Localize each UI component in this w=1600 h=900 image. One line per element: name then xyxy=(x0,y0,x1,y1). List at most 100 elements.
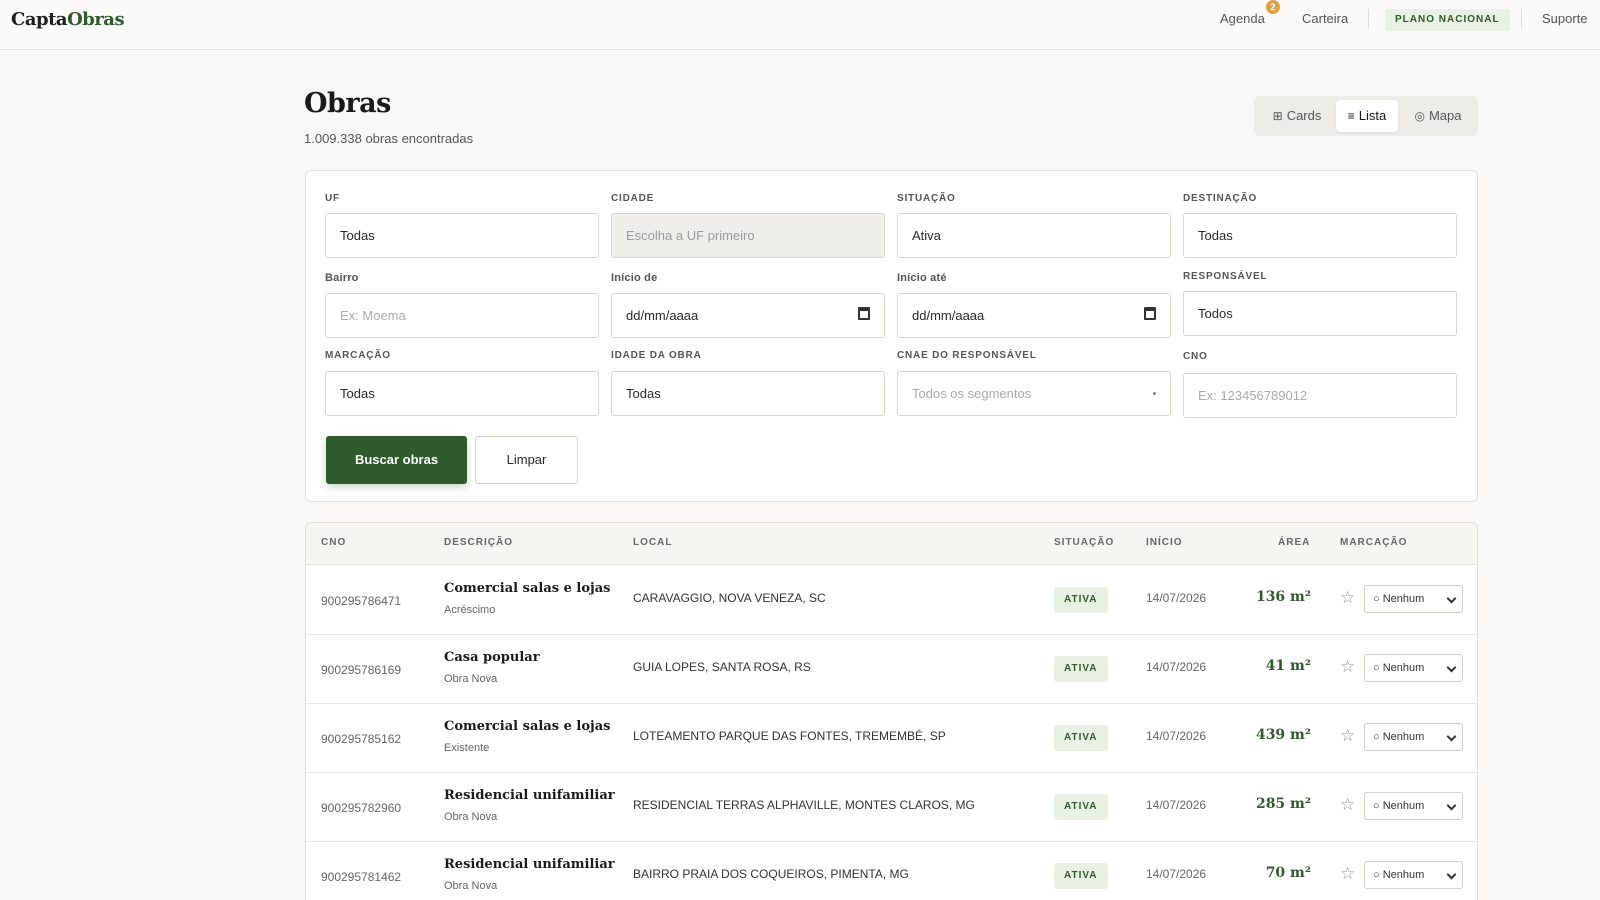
chevron-down-icon xyxy=(1446,800,1457,811)
marcacao-select[interactable]: Todas xyxy=(325,371,599,416)
logo[interactable]: CaptaObras xyxy=(11,9,125,30)
top-nav: Agenda 2 Carteira PLANO NACIONAL Suporte xyxy=(1180,0,1600,50)
plan-badge[interactable]: PLANO NACIONAL xyxy=(1385,9,1510,31)
view-cards-button[interactable]: ⊞ Cards xyxy=(1260,100,1334,132)
col-marcacao[interactable]: MARCAÇÃO xyxy=(1340,537,1407,548)
row-subtype: Obra Nova xyxy=(444,811,498,823)
cno-input[interactable]: Ex: 123456789012 xyxy=(1183,373,1457,418)
uf-label: UF xyxy=(325,193,340,204)
inicio-de-value: dd/mm/aaaa xyxy=(626,308,699,323)
nav-carteira[interactable]: Carteira xyxy=(1302,11,1348,26)
responsavel-select[interactable]: Todos xyxy=(1183,291,1457,336)
row-cno: 900295786169 xyxy=(321,663,402,677)
calendar-icon[interactable] xyxy=(1144,307,1156,320)
status-badge: ATIVA xyxy=(1054,587,1108,613)
situacao-label: SITUAÇÃO xyxy=(897,193,956,204)
star-icon[interactable]: ☆ xyxy=(1340,726,1355,746)
view-lista-button[interactable]: ≡ Lista xyxy=(1336,100,1398,132)
table-row[interactable]: 900295785162 Comercial salas e lojas Exi… xyxy=(306,703,1477,773)
chevron-down-icon xyxy=(1446,662,1457,673)
situacao-select[interactable]: Ativa xyxy=(897,213,1171,258)
row-area: 136 m² xyxy=(1255,589,1311,605)
bairro-label: Bairro xyxy=(325,272,359,284)
destinacao-label: DESTINAÇÃO xyxy=(1183,193,1258,204)
row-cno: 900295782960 xyxy=(321,801,402,815)
clear-button[interactable]: Limpar xyxy=(475,436,578,484)
cnae-multiselect[interactable]: Todos os segmentos xyxy=(897,371,1171,416)
view-mapa-button[interactable]: ◎ Mapa xyxy=(1402,100,1474,132)
table-row[interactable]: 900295782960 Residencial unifamiliar Obr… xyxy=(306,772,1477,842)
marcacao-label: MARCAÇÃO xyxy=(325,350,391,361)
star-icon[interactable]: ☆ xyxy=(1340,657,1355,677)
col-local[interactable]: LOCAL xyxy=(633,537,672,548)
idade-select[interactable]: Todas xyxy=(611,371,885,416)
star-icon[interactable]: ☆ xyxy=(1340,588,1355,608)
marking-select[interactable]: ○ Nenhum xyxy=(1364,585,1463,613)
star-icon[interactable]: ☆ xyxy=(1340,795,1355,815)
grid-icon: ⊞ xyxy=(1272,109,1283,123)
cidade-select[interactable]: Escolha a UF primeiro xyxy=(611,213,885,258)
star-icon[interactable]: ☆ xyxy=(1340,864,1355,884)
row-description[interactable]: Residencial unifamiliar xyxy=(444,857,615,872)
inicio-de-date-input[interactable]: dd/mm/aaaa xyxy=(611,293,885,338)
marking-select[interactable]: ○ Nenhum xyxy=(1364,861,1463,889)
row-location: RESIDENCIAL TERRAS ALPHAVILLE, MONTES CL… xyxy=(633,798,975,812)
inicio-de-label: Início de xyxy=(611,272,658,284)
nav-agenda[interactable]: Agenda xyxy=(1220,11,1265,26)
row-start-date: 14/07/2026 xyxy=(1146,798,1207,812)
status-badge: ATIVA xyxy=(1054,656,1108,682)
row-start-date: 14/07/2026 xyxy=(1146,729,1207,743)
marking-value: ○ Nenhum xyxy=(1373,800,1425,812)
col-cno[interactable]: CNO xyxy=(321,537,346,548)
row-start-date: 14/07/2026 xyxy=(1146,867,1207,881)
destinacao-select[interactable]: Todas xyxy=(1183,213,1457,258)
uf-select[interactable]: Todas xyxy=(325,213,599,258)
view-lista-label: Lista xyxy=(1358,108,1387,123)
search-button[interactable]: Buscar obras xyxy=(326,436,467,484)
row-subtype: Obra Nova xyxy=(444,673,498,685)
row-cno: 900295786471 xyxy=(321,594,402,608)
marking-value: ○ Nenhum xyxy=(1373,662,1425,674)
nav-suporte[interactable]: Suporte xyxy=(1542,11,1588,26)
marking-select[interactable]: ○ Nenhum xyxy=(1364,654,1463,682)
chevron-down-icon xyxy=(1446,731,1457,742)
row-cno: 900295785162 xyxy=(321,732,402,746)
cidade-label: CIDADE xyxy=(611,193,655,204)
responsavel-label: RESPONSÁVEL xyxy=(1183,271,1268,282)
bairro-input[interactable]: Ex: Moema xyxy=(325,293,599,338)
row-start-date: 14/07/2026 xyxy=(1146,591,1207,605)
results-count: 1.009.338 obras encontradas xyxy=(304,131,474,146)
row-cno: 900295781462 xyxy=(321,870,402,884)
idade-label: IDADE DA OBRA xyxy=(611,350,702,361)
calendar-icon[interactable] xyxy=(858,307,870,320)
col-area[interactable]: ÁREA xyxy=(1278,537,1310,548)
row-location: CARAVAGGIO, NOVA VENEZA, SC xyxy=(633,591,826,605)
col-inicio[interactable]: INÍCIO xyxy=(1146,537,1183,548)
cnae-label: CNAE DO RESPONSÁVEL xyxy=(897,350,1037,361)
row-description[interactable]: Comercial salas e lojas xyxy=(444,719,610,734)
row-description[interactable]: Casa popular xyxy=(444,650,540,665)
table-header: CNO DESCRIÇÃO LOCAL SITUAÇÃO INÍCIO ÁREA… xyxy=(306,523,1477,565)
table-row[interactable]: 900295786471 Comercial salas e lojas Acr… xyxy=(306,565,1477,635)
table-row[interactable]: 900295781462 Residencial unifamiliar Obr… xyxy=(306,841,1477,900)
logo-text-1: Capta xyxy=(11,9,68,30)
inicio-ate-label: Início até xyxy=(897,272,947,284)
row-location: GUIA LOPES, SANTA ROSA, RS xyxy=(633,660,811,674)
view-cards-label: Cards xyxy=(1286,108,1322,123)
table-row[interactable]: 900295786169 Casa popular Obra Nova GUIA… xyxy=(306,634,1477,704)
dropdown-indicator-icon xyxy=(1153,392,1156,395)
status-badge: ATIVA xyxy=(1054,794,1108,820)
nav-divider xyxy=(1521,9,1522,29)
map-pin-icon: ◎ xyxy=(1414,109,1425,123)
marking-select[interactable]: ○ Nenhum xyxy=(1364,723,1463,751)
row-location: BAIRRO PRAIA DOS COQUEIROS, PIMENTA, MG xyxy=(633,867,909,881)
inicio-ate-date-input[interactable]: dd/mm/aaaa xyxy=(897,293,1171,338)
row-description[interactable]: Residencial unifamiliar xyxy=(444,788,615,803)
row-description[interactable]: Comercial salas e lojas xyxy=(444,581,610,596)
col-situacao[interactable]: SITUAÇÃO xyxy=(1054,537,1114,548)
cno-label: CNO xyxy=(1183,351,1208,362)
agenda-badge: 2 xyxy=(1266,0,1280,14)
marking-select[interactable]: ○ Nenhum xyxy=(1364,792,1463,820)
col-descricao[interactable]: DESCRIÇÃO xyxy=(444,537,513,548)
row-area: 41 m² xyxy=(1265,658,1311,674)
